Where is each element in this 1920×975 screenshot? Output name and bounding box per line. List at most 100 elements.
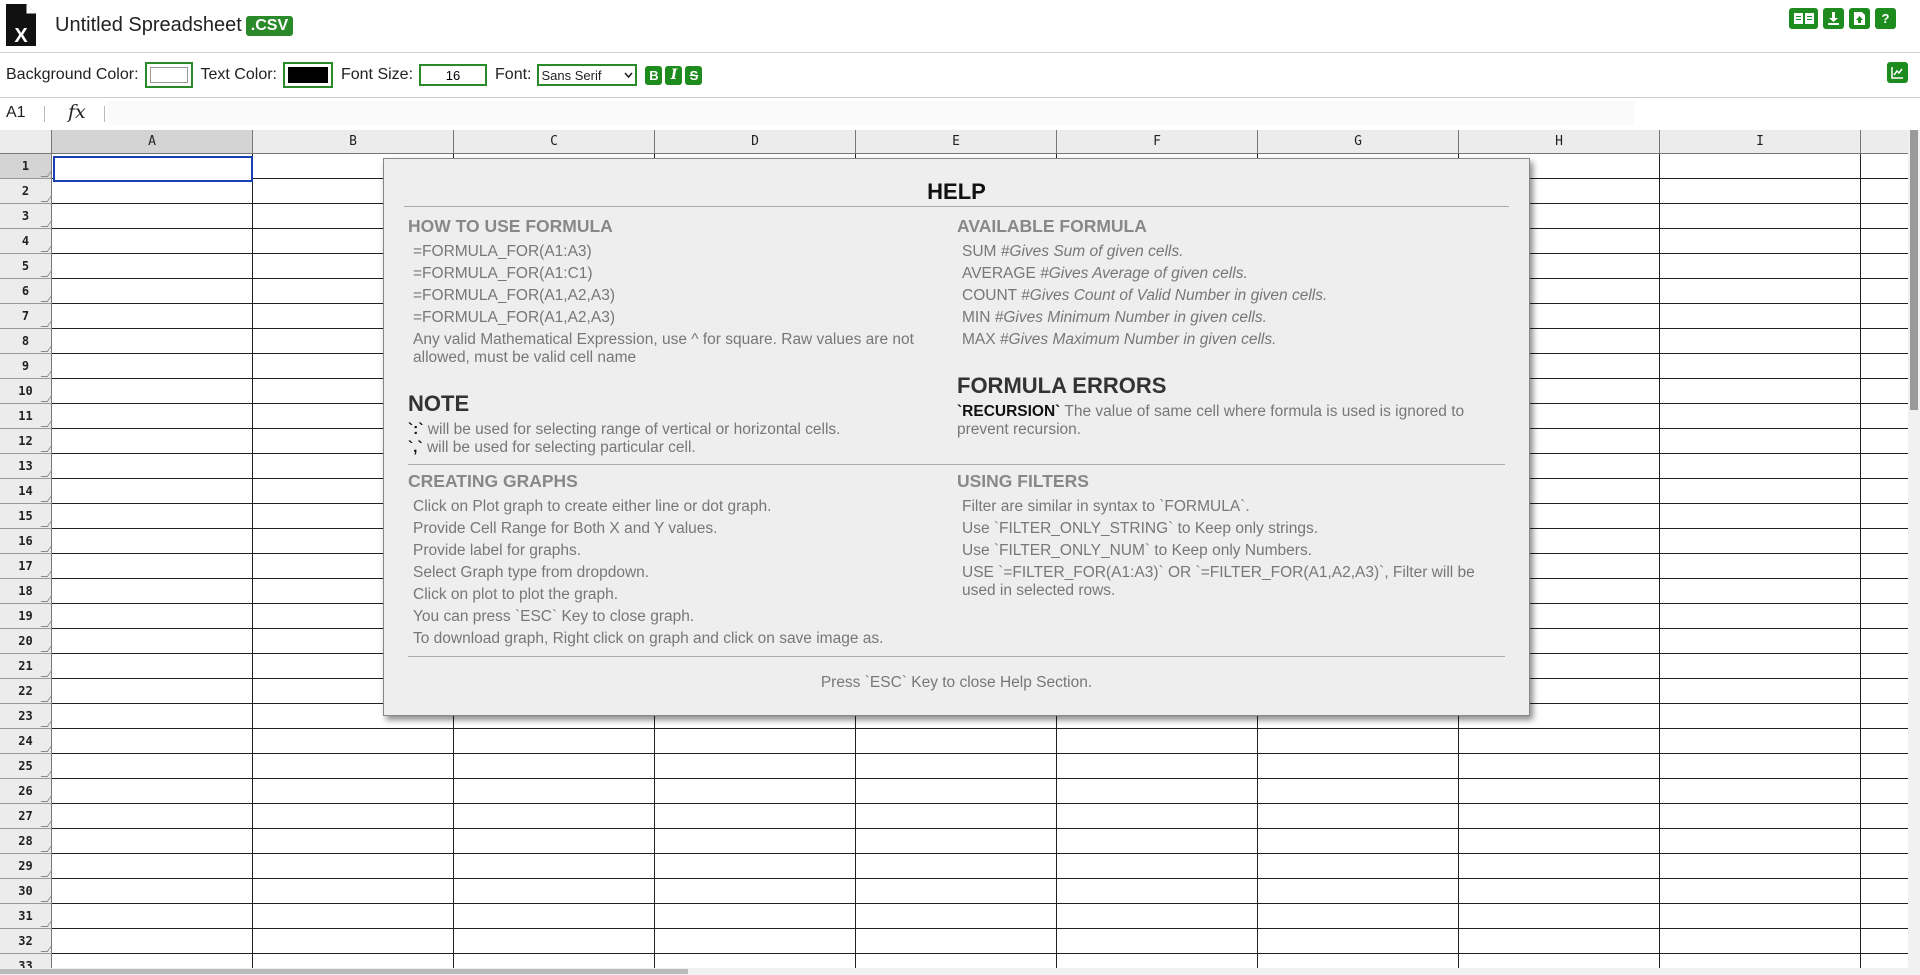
row-header[interactable]: 8 xyxy=(0,329,53,354)
row-header[interactable]: 26 xyxy=(0,779,53,804)
row-header[interactable]: 28 xyxy=(0,829,53,854)
bold-button[interactable]: B xyxy=(645,65,663,85)
row-header[interactable]: 29 xyxy=(0,854,53,879)
horizontal-scrollbar[interactable] xyxy=(0,968,1908,975)
row-header[interactable]: 10 xyxy=(0,379,53,404)
row-header[interactable]: 1 xyxy=(0,154,53,179)
italic-button[interactable]: I xyxy=(665,65,683,85)
row-header[interactable]: 12 xyxy=(0,429,53,454)
row-header[interactable]: 18 xyxy=(0,579,53,604)
corner-cell[interactable] xyxy=(0,130,52,154)
font-select[interactable]: Sans Serif xyxy=(537,64,638,86)
plot-graph-button[interactable] xyxy=(1887,62,1908,83)
row-resize-handle[interactable] xyxy=(40,695,53,702)
column-header-g[interactable]: G xyxy=(1258,130,1459,154)
row-resize-handle[interactable] xyxy=(40,670,53,677)
column-header-b[interactable]: B xyxy=(253,130,454,154)
row-header[interactable]: 3 xyxy=(0,204,53,229)
row-resize-handle[interactable] xyxy=(40,595,53,602)
column-header-i[interactable]: I xyxy=(1660,130,1861,154)
graphs-line: You can press `ESC` Key to close graph. xyxy=(413,608,695,625)
section-divider xyxy=(408,464,1505,465)
row-resize-handle[interactable] xyxy=(40,795,53,802)
row-resize-handle[interactable] xyxy=(40,195,53,202)
row-resize-handle[interactable] xyxy=(40,745,53,752)
row-header[interactable]: 30 xyxy=(0,879,53,904)
horizontal-scroll-thumb[interactable] xyxy=(0,969,688,974)
row-header[interactable]: 17 xyxy=(0,554,53,579)
row-resize-handle[interactable] xyxy=(40,495,53,502)
column-header-d[interactable]: D xyxy=(655,130,856,154)
strikethrough-button[interactable]: S xyxy=(685,65,703,85)
row-resize-handle[interactable] xyxy=(40,420,53,427)
row-header[interactable]: 23 xyxy=(0,704,53,729)
row-header[interactable]: 31 xyxy=(0,904,53,929)
row-header[interactable]: 9 xyxy=(0,354,53,379)
column-header-h[interactable]: H xyxy=(1459,130,1660,154)
row-resize-handle[interactable] xyxy=(40,645,53,652)
row-resize-handle[interactable] xyxy=(40,270,53,277)
formula-input[interactable] xyxy=(108,101,1634,125)
column-header-a[interactable]: A xyxy=(52,130,253,154)
column-header-overflow[interactable] xyxy=(1861,130,1908,154)
row-resize-handle[interactable] xyxy=(40,220,53,227)
row-header[interactable]: 7 xyxy=(0,304,53,329)
row-resize-handle[interactable] xyxy=(40,445,53,452)
row-resize-handle[interactable] xyxy=(40,170,53,177)
row-resize-handle[interactable] xyxy=(40,720,53,727)
new-sheet-button[interactable] xyxy=(1789,8,1818,29)
row-header[interactable]: 25 xyxy=(0,754,53,779)
row-number: 1 xyxy=(21,159,30,173)
row-resize-handle[interactable] xyxy=(40,920,53,927)
formula-name: SUM xyxy=(962,243,997,260)
vertical-scrollbar[interactable] xyxy=(1908,130,1920,975)
row-resize-handle[interactable] xyxy=(40,820,53,827)
row-header[interactable]: 13 xyxy=(0,454,53,479)
row-header[interactable]: 24 xyxy=(0,729,53,754)
row-header[interactable]: 15 xyxy=(0,504,53,529)
column-header-e[interactable]: E xyxy=(856,130,1057,154)
row-header[interactable]: 5 xyxy=(0,254,53,279)
row-resize-handle[interactable] xyxy=(40,845,53,852)
spreadsheet-title[interactable]: Untitled Spreadsheet .CSV xyxy=(55,14,294,37)
column-header-f[interactable]: F xyxy=(1057,130,1258,154)
help-button[interactable]: ? xyxy=(1875,8,1896,29)
row-header[interactable]: 4 xyxy=(0,229,53,254)
row-resize-handle[interactable] xyxy=(40,545,53,552)
row-header[interactable]: 2 xyxy=(0,179,53,204)
row-resize-handle[interactable] xyxy=(40,245,53,252)
text-color-picker[interactable] xyxy=(282,62,333,88)
column-header-c[interactable]: C xyxy=(454,130,655,154)
vertical-scroll-thumb[interactable] xyxy=(1910,130,1918,410)
row-header[interactable]: 22 xyxy=(0,679,53,704)
row-header[interactable]: 14 xyxy=(0,479,53,504)
row-header[interactable]: 32 xyxy=(0,929,53,954)
row-header[interactable]: 21 xyxy=(0,654,53,679)
row-resize-handle[interactable] xyxy=(40,320,53,327)
row-header[interactable]: 19 xyxy=(0,604,53,629)
row-resize-handle[interactable] xyxy=(40,295,53,302)
row-resize-handle[interactable] xyxy=(40,570,53,577)
file-name[interactable]: Untitled Spreadsheet xyxy=(55,14,242,36)
download-button[interactable] xyxy=(1823,8,1844,29)
text-color-label: Text Color: xyxy=(200,66,277,83)
row-resize-handle[interactable] xyxy=(40,895,53,902)
row-header[interactable]: 11 xyxy=(0,404,53,429)
row-header[interactable]: 6 xyxy=(0,279,53,304)
row-resize-handle[interactable] xyxy=(40,470,53,477)
row-resize-handle[interactable] xyxy=(40,945,53,952)
bg-color-picker[interactable] xyxy=(144,62,193,88)
row-header[interactable]: 16 xyxy=(0,529,53,554)
row-resize-handle[interactable] xyxy=(40,620,53,627)
row-resize-handle[interactable] xyxy=(40,770,53,777)
row-resize-handle[interactable] xyxy=(40,520,53,527)
row-resize-handle[interactable] xyxy=(40,395,53,402)
row-header[interactable]: 27 xyxy=(0,804,53,829)
font-size-input[interactable] xyxy=(419,64,488,86)
active-cell-a1[interactable] xyxy=(53,156,253,182)
row-resize-handle[interactable] xyxy=(40,870,53,877)
upload-button[interactable] xyxy=(1849,8,1870,29)
row-header[interactable]: 20 xyxy=(0,629,53,654)
row-resize-handle[interactable] xyxy=(40,370,53,377)
row-resize-handle[interactable] xyxy=(40,345,53,352)
